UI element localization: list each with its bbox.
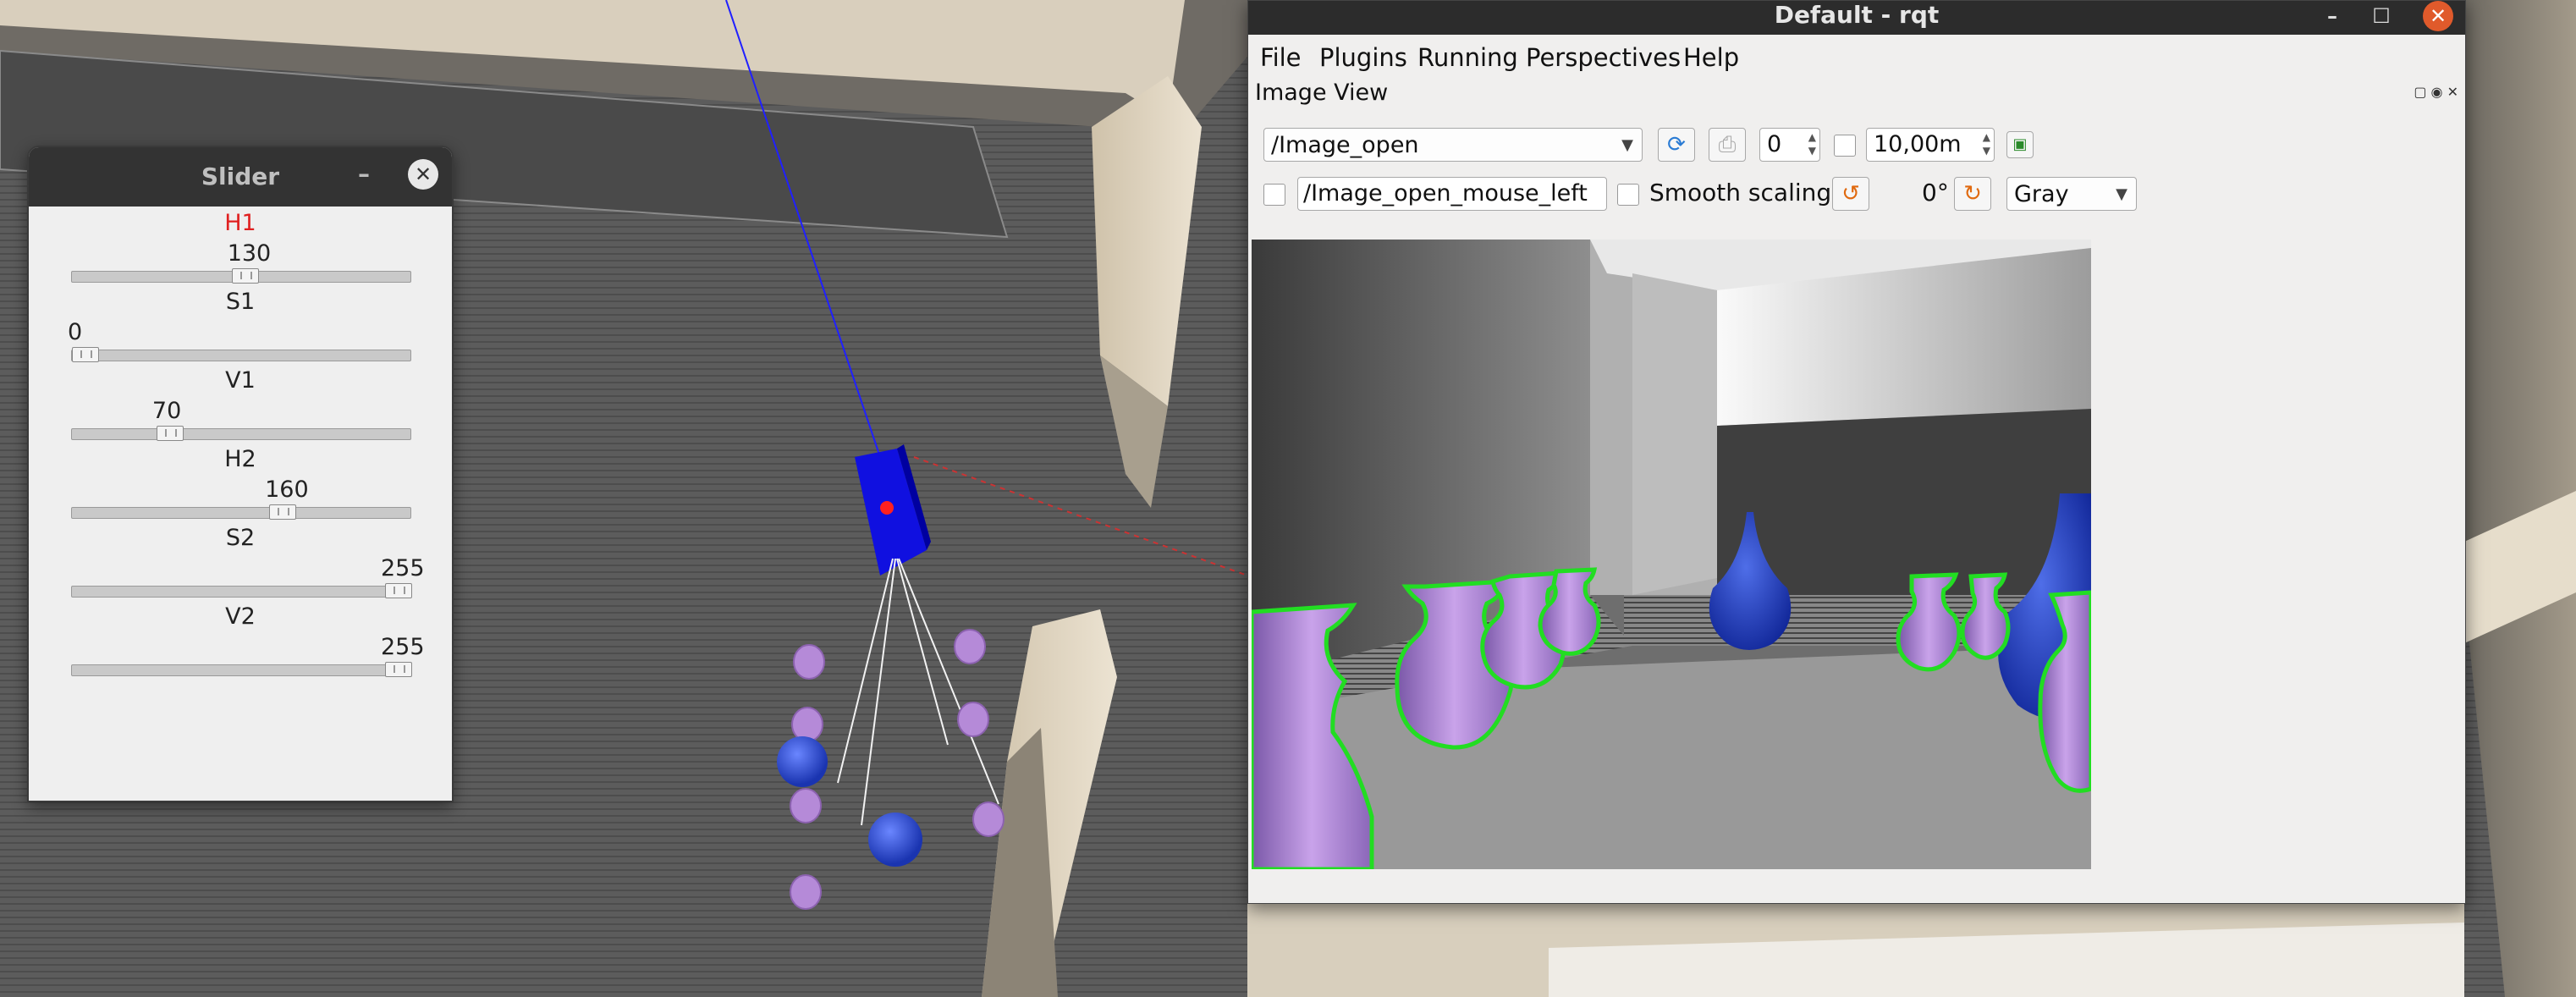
dock-buttons[interactable]: ▢ ◉ ✕ (2374, 84, 2458, 100)
slider-track[interactable] (71, 504, 411, 520)
save-icon[interactable]: ⎙ (1709, 128, 1746, 162)
slider-handle[interactable] (156, 426, 184, 441)
slider-track[interactable] (71, 583, 412, 598)
refresh-icon[interactable]: ⟳ (1658, 128, 1695, 162)
slider-label: S2 (225, 525, 256, 551)
close-icon[interactable]: ✕ (2423, 1, 2453, 31)
close-icon[interactable]: ✕ (408, 159, 438, 190)
slider-handle[interactable] (385, 662, 412, 677)
menu-perspectives[interactable]: Perspectives (1526, 43, 1681, 72)
zoom-spin-box[interactable]: 10,00m ▲ ▼ (1866, 128, 1995, 162)
slider-track[interactable] (71, 268, 411, 284)
rotation-label: 0° (1922, 179, 1949, 207)
minimize-icon[interactable]: – (349, 159, 379, 190)
rqt-window: Default - rqt – ☐ ✕ File Plugins Running… (1247, 0, 2466, 904)
spin-arrows-icon[interactable]: ▲ ▼ (1983, 130, 1990, 157)
slider-handle[interactable] (385, 583, 412, 598)
slider-value: 70 (151, 398, 182, 424)
slider-value: 255 (381, 555, 425, 581)
slider-handle[interactable] (231, 268, 259, 284)
dock-title: Image View (1255, 80, 1389, 106)
camera-image[interactable] (1252, 240, 2091, 869)
slider-track[interactable] (71, 426, 411, 441)
smooth-scaling-label: Smooth scaling (1649, 179, 1832, 207)
slider-handle[interactable] (72, 347, 99, 362)
slider-value: 0 (68, 319, 83, 345)
menu-plugins[interactable]: Plugins (1319, 43, 1407, 72)
smooth-scaling-checkbox[interactable] (1617, 184, 1639, 206)
slider-label: S1 (225, 289, 256, 315)
slider-value: 255 (381, 634, 425, 660)
menu-file[interactable]: File (1260, 43, 1302, 72)
slider-label: V1 (225, 367, 256, 394)
slider-value: 130 (227, 240, 272, 267)
slider-value: 160 (265, 476, 309, 503)
slider-handle[interactable] (269, 504, 297, 520)
mouse-publish-checkbox[interactable] (1263, 184, 1285, 206)
spin-box[interactable]: 0 ▲ ▼ (1759, 128, 1820, 162)
spin-arrows-icon[interactable]: ▲ ▼ (1808, 130, 1816, 157)
color-scheme-combo[interactable]: Gray ▼ (2006, 177, 2137, 211)
rqt-titlebar[interactable]: Default - rqt – ☐ ✕ (1248, 1, 2465, 35)
slider-label: H2 (224, 446, 256, 472)
mouse-topic-field[interactable]: /Image_open_mouse_left (1297, 177, 1607, 211)
maximize-icon[interactable]: ☐ (2367, 3, 2396, 30)
rqt-window-title: Default - rqt (1774, 1, 1940, 29)
camera-image-content (1252, 240, 2091, 869)
slider-label: H1 (224, 210, 256, 236)
rotate-right-icon[interactable]: ↻ (1954, 177, 1991, 211)
slider-window: Slider – ✕ H1 130 S1 0 V1 70 H2 160 S2 255 V2 255 (27, 146, 454, 802)
menu-running[interactable]: Running (1417, 43, 1518, 72)
image-icon[interactable]: ▣ (2006, 131, 2034, 158)
rotate-left-icon[interactable]: ↺ (1832, 177, 1869, 211)
slider-titlebar[interactable]: Slider – ✕ (29, 147, 452, 207)
chevron-down-icon: ▼ (2116, 185, 2127, 203)
slider-label: V2 (225, 603, 256, 630)
topic-combo[interactable]: /Image_open ▼ (1263, 128, 1643, 162)
menu-help[interactable]: Help (1683, 43, 1739, 72)
minimize-icon[interactable]: – (2318, 3, 2347, 30)
slider-track[interactable] (71, 662, 412, 677)
slider-track[interactable] (71, 347, 411, 362)
dynamic-range-checkbox[interactable] (1834, 135, 1856, 157)
slider-window-title: Slider (201, 162, 280, 190)
chevron-down-icon: ▼ (1621, 136, 1633, 154)
menu-bar: File Plugins Running Perspectives Help (1248, 35, 2465, 79)
